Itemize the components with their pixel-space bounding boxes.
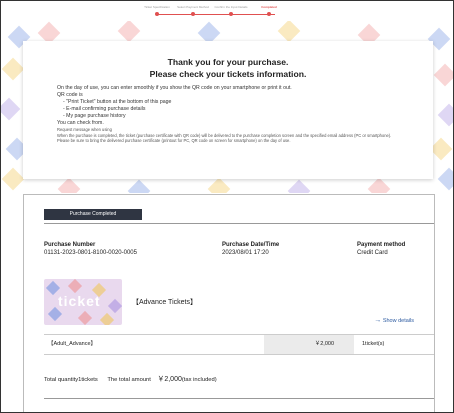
- purchase-number-block: Purchase Number 01131-2023-0801-8100-002…: [44, 241, 137, 257]
- line-item-name: 【Adult_Advance】: [48, 341, 96, 347]
- step-label: Select Payment Method: [177, 5, 209, 9]
- purchase-complete-page: Ticket Specification Select Payment Meth…: [0, 0, 454, 413]
- order-details-card: Purchase Completed Purchase Number 01131…: [23, 194, 435, 412]
- divider: [44, 398, 434, 399]
- step-dot: [267, 12, 271, 16]
- show-details-label: Show details: [382, 318, 414, 324]
- payment-method-block: Payment method Credit Card: [357, 241, 405, 257]
- heading-line-2: Please check your tickets information.: [149, 69, 307, 79]
- step-dot: [155, 12, 159, 16]
- check-from-text: You can check from.: [57, 120, 104, 126]
- show-details-link[interactable]: → Show details: [374, 317, 414, 324]
- divider: [44, 223, 434, 224]
- arrow-right-icon: →: [374, 317, 382, 324]
- step-4: Completed: [251, 5, 287, 16]
- instructions: On the day of use, you can enter smoothl…: [57, 85, 407, 144]
- ticket-image-text: ticket: [58, 293, 101, 309]
- totals: Total quantity1tickets The total amount …: [44, 374, 217, 384]
- qr-label: QR code is: [57, 92, 83, 98]
- tax-note: (tax included): [181, 377, 217, 383]
- line-item-quantity: 1ticket(s): [362, 341, 385, 347]
- step-2: Select Payment Method: [175, 5, 211, 16]
- line-item-price: ￥2,000: [264, 335, 354, 354]
- ticket-thumbnail: ticket: [44, 279, 122, 325]
- step-dot: [191, 12, 195, 16]
- thank-you-card: Thank you for your purchase. Please chec…: [23, 41, 433, 179]
- purchase-date-value: 2023/08/01 17:20: [222, 250, 269, 256]
- list-item: - My page purchase history: [63, 113, 126, 119]
- line-item-row: 【Adult_Advance】 ￥2,000 1ticket(s): [44, 334, 434, 355]
- thank-you-heading: Thank you for your purchase. Please chec…: [23, 41, 433, 80]
- step-dot: [229, 12, 233, 16]
- list-item: - E-mail confirming purchase details: [63, 106, 146, 112]
- purchase-number-label: Purchase Number: [44, 242, 96, 248]
- status-badge: Purchase Completed: [44, 209, 142, 220]
- bring-text: Please be sure to bring the delivered pu…: [57, 138, 291, 144]
- heading-line-1: Thank you for your purchase.: [167, 57, 289, 67]
- purchase-number-value: 01131-2023-0801-8100-0020-0005: [44, 250, 137, 256]
- step-label: Confirm the Input Details: [214, 5, 248, 9]
- purchase-date-block: Purchase Date/Time 2023/08/01 17:20: [222, 241, 279, 257]
- progress-steps: Ticket Specification Select Payment Meth…: [144, 5, 291, 19]
- step-label: Completed: [261, 5, 277, 9]
- ticket-name: 【Advance Tickets】: [132, 299, 197, 306]
- total-amount-value: ￥2,000: [157, 376, 182, 383]
- step-label: Ticket Specification: [144, 5, 170, 9]
- payment-method-label: Payment method: [357, 242, 406, 248]
- total-quantity: Total quantity1tickets: [44, 377, 98, 383]
- intro-text: On the day of use, you can enter smoothl…: [57, 85, 292, 91]
- qr-source-list: - "Print Ticket" button at the bottom of…: [57, 99, 407, 120]
- payment-method-value: Credit Card: [357, 250, 388, 256]
- purchase-date-label: Purchase Date/Time: [222, 242, 280, 248]
- total-amount-label: The total amount: [107, 377, 151, 383]
- step-1: Ticket Specification: [139, 5, 175, 16]
- step-3: Confirm the Input Details: [213, 5, 249, 16]
- list-item: - "Print Ticket" button at the bottom of…: [63, 99, 172, 105]
